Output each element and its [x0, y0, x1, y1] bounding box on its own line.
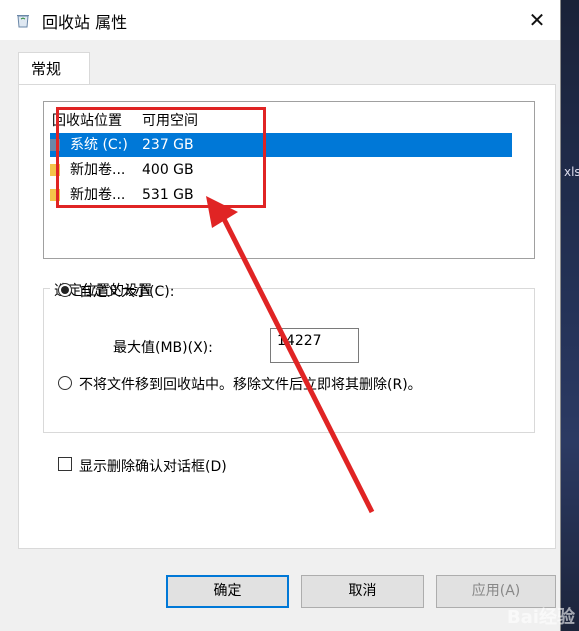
watermark-text: Bai经验 — [506, 607, 575, 628]
annotation-arrow — [206, 196, 375, 514]
